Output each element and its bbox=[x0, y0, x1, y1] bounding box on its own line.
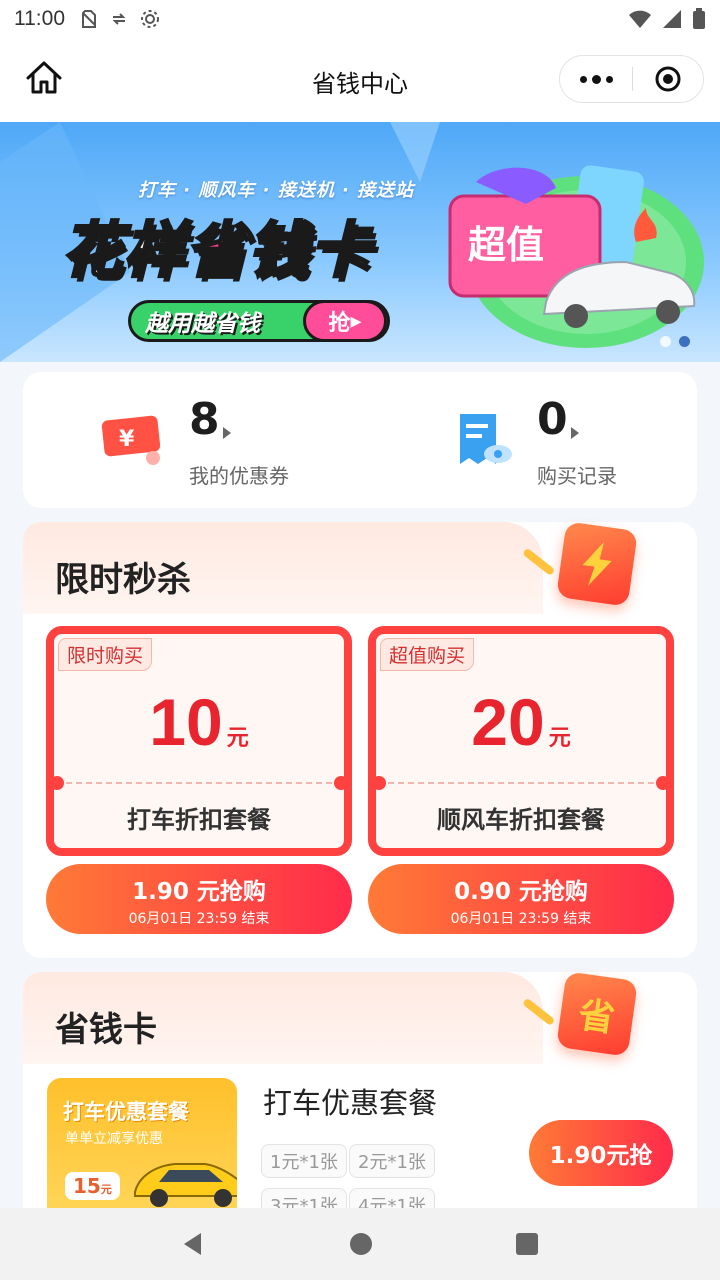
deal-notch bbox=[50, 776, 64, 790]
deal-deadline: 06月01日 23:59 结束 bbox=[128, 911, 270, 927]
more-menu-button[interactable] bbox=[560, 56, 632, 102]
deal-price: 1.90 元抢购 bbox=[132, 879, 266, 905]
package-value-unit: 元 bbox=[100, 1183, 112, 1196]
page-dot[interactable] bbox=[660, 336, 671, 347]
svg-text:¥: ¥ bbox=[119, 427, 135, 452]
deal-buy-button-taxi[interactable]: 1.90 元抢购 06月01日 23:59 结束 bbox=[46, 864, 352, 934]
deal-amount: 20 元 bbox=[376, 684, 666, 760]
settings-gear-icon bbox=[141, 10, 159, 28]
recents-icon[interactable] bbox=[515, 1232, 539, 1256]
deal-notch bbox=[334, 776, 348, 790]
banner-pagination bbox=[660, 336, 690, 347]
status-time: 11:00 bbox=[14, 7, 65, 30]
promo-banner[interactable]: 打车 · 顺风车 · 接送机 · 接送站 花样省钱卡 越用越省钱 抢 ▸ 超值 bbox=[0, 122, 720, 362]
target-close-icon bbox=[655, 66, 681, 92]
chevron-right-icon bbox=[571, 427, 579, 439]
dot-icon bbox=[605, 75, 613, 83]
purchase-label: 购买记录 bbox=[537, 464, 617, 488]
banner-cta-text: 越用越省钱 bbox=[145, 311, 260, 337]
deal-divider bbox=[388, 782, 654, 784]
dot-icon bbox=[579, 75, 587, 83]
flash-sale-section: 限时秒杀 限时购买 10 元 打车折扣套餐 1.90 元抢购 06月01日 23:… bbox=[23, 521, 697, 958]
coupon-icon: ¥ bbox=[101, 415, 161, 465]
deal-price: 0.90 元抢购 bbox=[454, 879, 588, 905]
package-name: 打车优惠套餐 bbox=[263, 1086, 438, 1120]
package-image-subtitle: 单单立减享优惠 bbox=[65, 1131, 163, 1147]
mini-program-capsule bbox=[559, 55, 704, 103]
package-image-title: 打车优惠套餐 bbox=[63, 1100, 189, 1124]
flash-sale-title: 限时秒杀 bbox=[55, 560, 191, 600]
deal-amount-value: 20 bbox=[471, 685, 545, 759]
wifi-icon bbox=[629, 10, 651, 28]
banner-cta[interactable]: 越用越省钱 抢 ▸ bbox=[128, 300, 390, 342]
signal-icon bbox=[663, 10, 681, 28]
headline-part2: 省钱卡 bbox=[185, 215, 372, 288]
purchase-count: 0 bbox=[537, 394, 568, 445]
nav-bar: 省钱中心 bbox=[0, 38, 720, 122]
deal-name: 顺风车折扣套餐 bbox=[437, 806, 605, 834]
deal-amount-value: 10 bbox=[149, 685, 223, 759]
banner-grab-button[interactable]: 抢 ▸ bbox=[303, 300, 387, 342]
package-buy-button[interactable]: 1.90元抢 bbox=[529, 1120, 673, 1186]
deal-card-taxi[interactable]: 限时购买 10 元 打车折扣套餐 bbox=[46, 626, 352, 856]
coupon-label: 我的优惠券 bbox=[189, 464, 289, 488]
deal-notch bbox=[372, 776, 386, 790]
deal-amount: 10 元 bbox=[54, 684, 344, 760]
save-badge-icon: 省 bbox=[522, 971, 638, 1057]
money-card-section: 省钱卡 省 打车优惠套餐 单单立减享优惠 15元 打车优惠套餐 1元*1张 2元… bbox=[23, 971, 697, 1232]
close-mini-program-button[interactable] bbox=[633, 65, 703, 93]
coupon-count: 8 bbox=[189, 394, 220, 445]
purchase-records-entry[interactable]: 0 购买记录 bbox=[360, 372, 697, 508]
deal-tag: 限时购买 bbox=[58, 638, 153, 671]
taxi-car-icon bbox=[134, 1163, 237, 1207]
deal-card-carpool[interactable]: 超值购买 20 元 顺风车折扣套餐 bbox=[368, 626, 674, 856]
my-coupons-entry[interactable]: ¥ 8 我的优惠券 bbox=[23, 372, 360, 508]
deal-deadline: 06月01日 23:59 结束 bbox=[450, 911, 592, 927]
save-badge-text: 省 bbox=[575, 994, 618, 1041]
deal-buy-button-carpool[interactable]: 0.90 元抢购 06月01日 23:59 结束 bbox=[368, 864, 674, 934]
lightning-badge-icon bbox=[522, 521, 638, 607]
deal-amount-unit: 元 bbox=[226, 726, 249, 751]
home-circle-icon[interactable] bbox=[349, 1232, 373, 1256]
status-bar: 11:00 bbox=[0, 0, 720, 38]
battery-icon bbox=[693, 8, 705, 29]
grab-label: 抢 bbox=[328, 311, 351, 336]
receipt-icon bbox=[460, 414, 512, 464]
package-image-value: 15元 bbox=[65, 1172, 120, 1200]
deal-divider bbox=[66, 782, 332, 784]
deal-name: 打车折扣套餐 bbox=[127, 806, 271, 834]
banner-headline: 花样省钱卡 bbox=[61, 202, 372, 289]
page-dot-active[interactable] bbox=[679, 336, 690, 347]
package-value-number: 15 bbox=[73, 1174, 101, 1198]
data-saver-icon bbox=[112, 13, 126, 25]
chevron-right-icon bbox=[223, 427, 231, 439]
deal-amount-unit: 元 bbox=[548, 726, 571, 751]
headline-part1: 花样 bbox=[61, 215, 186, 288]
system-nav-bar bbox=[0, 1208, 720, 1280]
banner-tagline: 打车 · 顺风车 · 接送机 · 接送站 bbox=[138, 180, 415, 201]
back-icon[interactable] bbox=[181, 1231, 207, 1257]
art-label: 超值 bbox=[468, 223, 544, 267]
user-stats-card: ¥ 8 我的优惠券 0 购买记录 bbox=[23, 372, 697, 508]
sim-off-icon bbox=[82, 10, 96, 28]
package-chip: 2元*1张 bbox=[349, 1144, 435, 1178]
package-chip: 1元*1张 bbox=[261, 1144, 347, 1178]
dot-icon bbox=[591, 74, 601, 84]
deal-tag: 超值购买 bbox=[380, 638, 475, 671]
money-card-title: 省钱卡 bbox=[55, 1010, 157, 1050]
banner-card-car-illustration: 超值 bbox=[448, 165, 704, 348]
package-image[interactable]: 打车优惠套餐 单单立减享优惠 15元 bbox=[47, 1078, 237, 1218]
deal-notch bbox=[656, 776, 670, 790]
lightning-icon bbox=[582, 541, 612, 586]
